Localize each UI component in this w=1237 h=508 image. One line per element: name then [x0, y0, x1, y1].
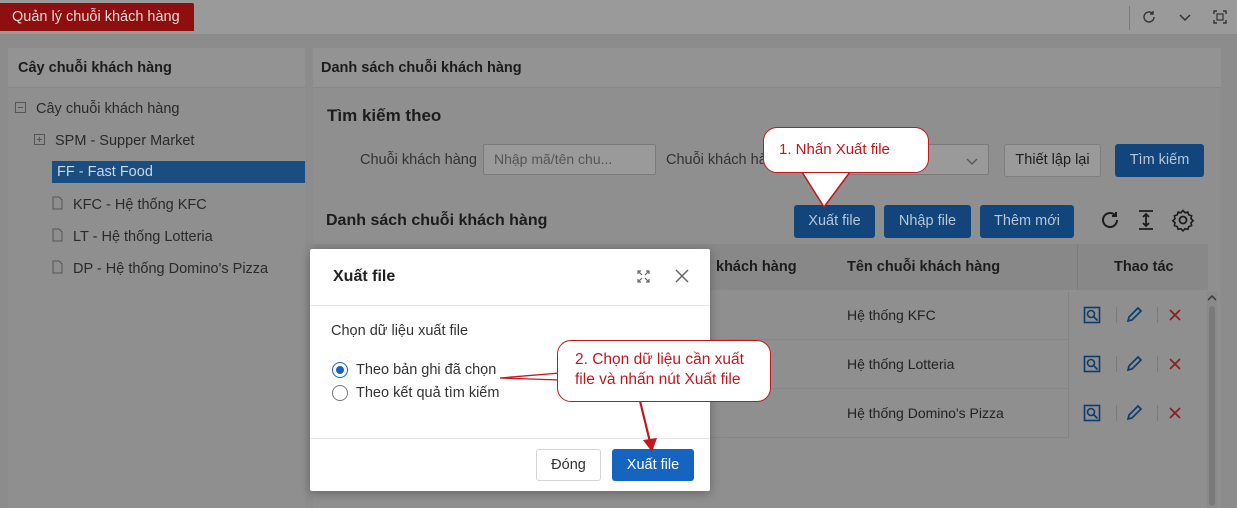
tree-item-label: KFC - Hệ thống KFC: [73, 197, 207, 213]
option-search-results-label[interactable]: Theo kết quả tìm kiếm: [356, 385, 499, 401]
cell-name: Hệ thống Domino's Pizza: [847, 405, 1004, 421]
step1-callout-text: 1. Nhấn Xuất file: [779, 141, 890, 158]
list-panel-header: Danh sách chuỗi khách hàng: [313, 48, 1221, 88]
tree-panel: Cây chuỗi khách hàng Cây chuỗi khách hàn…: [8, 48, 305, 508]
expand-icon[interactable]: [34, 133, 45, 145]
col-header-actions: Thao tác: [1114, 259, 1174, 275]
col-header-code: khách hàng: [716, 259, 797, 275]
refresh-icon[interactable]: [1099, 209, 1121, 231]
fullscreen-icon[interactable]: [1212, 9, 1228, 25]
col-header-name: Tên chuỗi khách hàng: [847, 259, 1001, 275]
tree-panel-header: Cây chuỗi khách hàng: [8, 48, 305, 88]
refresh-icon[interactable]: [1141, 9, 1157, 25]
action-divider: [1157, 405, 1158, 421]
view-icon[interactable]: [1083, 355, 1101, 373]
delete-icon[interactable]: [1166, 355, 1184, 373]
close-icon[interactable]: [675, 269, 689, 283]
tree-item-ff[interactable]: FF - Fast Food: [52, 161, 305, 183]
option-search-results-radio[interactable]: [332, 385, 348, 401]
add-button[interactable]: Thêm mới: [980, 205, 1074, 238]
maximize-icon[interactable]: [636, 269, 651, 284]
reset-button[interactable]: Thiết lập lại: [1004, 144, 1101, 177]
dialog-header-divider: [310, 305, 710, 306]
close-button[interactable]: Đóng: [536, 449, 601, 481]
edit-icon[interactable]: [1125, 306, 1143, 324]
tree-item-spm[interactable]: SPM - Supper Market: [34, 130, 194, 152]
option-selected-records-label[interactable]: Theo bản ghi đã chọn: [356, 362, 496, 378]
file-icon: [52, 228, 63, 242]
search-button[interactable]: Tìm kiếm: [1115, 144, 1204, 177]
cell-name: Hệ thống KFC: [847, 307, 936, 323]
cell-name: Hệ thống Lotteria: [847, 356, 955, 372]
action-divider: [1157, 307, 1158, 323]
dialog-export-button[interactable]: Xuất file: [612, 449, 694, 481]
view-icon[interactable]: [1083, 404, 1101, 422]
dialog-title: Xuất file: [333, 268, 396, 285]
action-divider: [1116, 356, 1117, 372]
tree-item-label: LT - Hệ thống Lotteria: [73, 229, 213, 245]
top-bar: Quản lý chuỗi khách hàng: [0, 0, 1237, 35]
delete-icon[interactable]: [1166, 404, 1184, 422]
actions-column: [1068, 292, 1208, 438]
tree-item-lt[interactable]: LT - Hệ thống Lotteria: [52, 226, 213, 248]
tree-item-label: SPM - Supper Market: [55, 133, 195, 149]
chevron-down-icon[interactable]: [1177, 9, 1193, 25]
tree-item-label: Cây chuỗi khách hàng: [36, 101, 180, 117]
tree-root[interactable]: Cây chuỗi khách hàng: [15, 98, 180, 120]
dialog-footer-divider: [310, 438, 710, 439]
action-divider: [1157, 356, 1158, 372]
view-icon[interactable]: [1083, 306, 1101, 324]
scrollbar-thumb[interactable]: [1209, 306, 1215, 506]
tree-item-label: DP - Hệ thống Domino's Pizza: [73, 261, 269, 277]
action-divider: [1116, 307, 1117, 323]
option-selected-records-radio[interactable]: [332, 362, 348, 378]
step2-callout-line1: 2. Chọn dữ liệu cần xuất: [575, 351, 744, 368]
list-title: Danh sách chuỗi khách hàng: [326, 212, 548, 229]
scroll-up-icon[interactable]: [1207, 294, 1217, 302]
delete-icon[interactable]: [1166, 306, 1184, 324]
chain-search-input[interactable]: Nhập mã/tên chu...: [483, 144, 656, 175]
action-divider: [1116, 405, 1117, 421]
file-icon: [52, 196, 63, 210]
chevron-down-icon: [966, 158, 978, 165]
file-icon: [52, 260, 63, 274]
toolbar-divider: [1129, 6, 1130, 30]
tree-item-kfc[interactable]: KFC - Hệ thống KFC: [52, 194, 207, 216]
app-tab[interactable]: Quản lý chuỗi khách hàng: [0, 3, 194, 31]
column-divider: [1077, 244, 1078, 290]
step2-callout-line2: file và nhấn nút Xuất file: [575, 371, 741, 388]
tree-item-label: FF - Fast Food: [57, 164, 153, 180]
search-title: Tìm kiếm theo: [327, 106, 442, 125]
import-button[interactable]: Nhập file: [884, 205, 971, 238]
table-scrollbar[interactable]: [1207, 292, 1217, 508]
collapse-icon[interactable]: [15, 101, 26, 113]
edit-icon[interactable]: [1125, 355, 1143, 373]
chain2-label: Chuỗi khách hà: [666, 152, 767, 168]
settings-icon[interactable]: [1171, 208, 1195, 232]
edit-icon[interactable]: [1125, 404, 1143, 422]
step2-callout: 2. Chọn dữ liệu cần xuất file và nhấn nú…: [557, 340, 771, 402]
step1-callout: 1. Nhấn Xuất file: [763, 127, 929, 173]
tree-item-dp[interactable]: DP - Hệ thống Domino's Pizza: [52, 258, 268, 280]
chain-label: Chuỗi khách hàng: [360, 152, 477, 168]
dialog-prompt: Chọn dữ liệu xuất file: [331, 323, 469, 339]
export-button[interactable]: Xuất file: [794, 205, 875, 238]
column-height-icon[interactable]: [1136, 209, 1156, 231]
